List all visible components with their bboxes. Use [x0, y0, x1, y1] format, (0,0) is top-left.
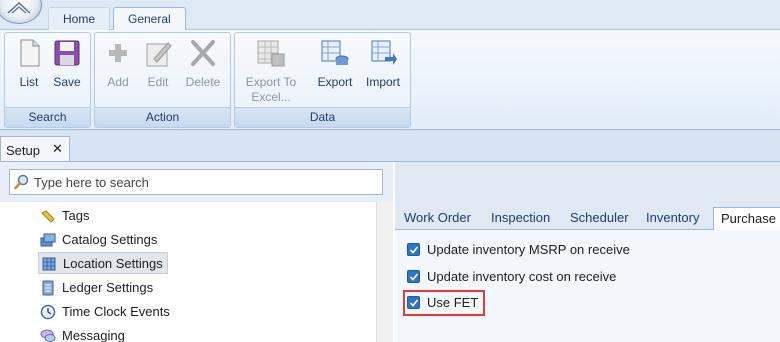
- tree-item-location-settings[interactable]: Location Settings: [38, 252, 168, 274]
- list-icon: [20, 39, 40, 67]
- save-button-label: Save: [53, 75, 81, 89]
- export-button[interactable]: Export: [313, 37, 357, 90]
- import-button-label: Import: [365, 75, 400, 89]
- ribbon-group-label-action: Action: [95, 107, 230, 127]
- import-button[interactable]: Import: [361, 37, 405, 90]
- edit-button[interactable]: Edit: [139, 37, 177, 90]
- search-input[interactable]: [34, 173, 374, 191]
- ribbon: List Save Search Add Edit Delete Action …: [0, 30, 780, 130]
- document-tab-setup[interactable]: Setup ✕: [0, 136, 70, 162]
- checkmark-icon: [409, 273, 419, 281]
- search-box[interactable]: [9, 169, 383, 195]
- tab-scheduler[interactable]: Scheduler: [563, 207, 636, 231]
- app-logo-icon: [7, 1, 31, 14]
- ribbon-tab-home[interactable]: Home: [48, 7, 111, 31]
- checkmark-icon: [409, 246, 419, 254]
- clock-icon: [40, 304, 56, 320]
- list-button[interactable]: List: [11, 37, 47, 90]
- catalog-icon: [40, 233, 56, 247]
- ribbon-group-search: List Save Search: [4, 32, 91, 128]
- close-icon[interactable]: ✕: [52, 141, 63, 157]
- add-button-label: Add: [107, 75, 129, 89]
- add-button[interactable]: Add: [99, 37, 137, 90]
- delete-button[interactable]: Delete: [181, 37, 225, 90]
- export-icon: [321, 40, 349, 65]
- tab-work-order[interactable]: Work Order: [397, 207, 478, 231]
- settings-navigator: Tags Catalog Settings Location Settings: [0, 162, 393, 342]
- import-icon: [371, 40, 397, 65]
- delete-icon: [191, 40, 215, 66]
- tree-scrollbar[interactable]: [376, 202, 393, 342]
- ribbon-group-label-data: Data: [235, 107, 410, 127]
- messaging-icon: [40, 329, 56, 342]
- ribbon-tab-general[interactable]: General: [113, 7, 186, 31]
- purchase-settings-panel: Update inventory MSRP on receive Update …: [395, 230, 780, 342]
- document-tab-label: Setup: [6, 143, 40, 158]
- checkbox-update-cost[interactable]: [407, 270, 420, 283]
- tree-item-messaging[interactable]: Messaging: [38, 325, 129, 342]
- save-button[interactable]: Save: [49, 37, 85, 90]
- excel-icon: [257, 40, 285, 67]
- tree-item-label: Ledger Settings: [62, 280, 154, 295]
- tree-item-label: Location Settings: [63, 256, 163, 271]
- tree-item-label: Tags: [62, 208, 90, 223]
- add-icon: [109, 44, 127, 62]
- ribbon-group-data: Export To Excel... Export Import Data: [234, 32, 411, 128]
- tree-item-time-clock-events[interactable]: Time Clock Events: [38, 301, 174, 323]
- settings-tree: Tags Catalog Settings Location Settings: [0, 202, 393, 342]
- edit-button-label: Edit: [147, 75, 169, 89]
- tag-icon: [41, 210, 55, 223]
- export-button-label: Export: [317, 75, 353, 89]
- tree-item-label: Time Clock Events: [62, 304, 170, 319]
- checkbox-update-msrp[interactable]: [407, 243, 420, 256]
- tree-item-ledger-settings[interactable]: Ledger Settings: [38, 277, 157, 299]
- tree-item-label: Messaging: [62, 328, 125, 342]
- option-label: Update inventory MSRP on receive: [427, 242, 630, 257]
- edit-icon: [146, 42, 172, 67]
- ribbon-group-label-search: Search: [5, 107, 90, 127]
- export-to-excel-button[interactable]: Export To Excel...: [241, 37, 301, 105]
- option-update-cost[interactable]: Update inventory cost on receive: [407, 268, 616, 286]
- list-button-label: List: [19, 75, 39, 89]
- location-icon: [42, 257, 56, 271]
- save-icon: [54, 40, 80, 66]
- tab-inspection[interactable]: Inspection: [484, 207, 557, 231]
- tab-inventory[interactable]: Inventory: [639, 207, 706, 231]
- search-icon: [14, 174, 29, 190]
- highlight-box-use-fet: [403, 290, 485, 316]
- option-label: Update inventory cost on receive: [427, 269, 617, 284]
- tab-purchase[interactable]: Purchase: [713, 207, 780, 231]
- export-to-excel-label: Export To Excel...: [245, 75, 297, 104]
- application-menu-button[interactable]: [0, 0, 42, 24]
- tree-item-catalog-settings[interactable]: Catalog Settings: [38, 229, 161, 251]
- tree-item-tags[interactable]: Tags: [38, 205, 93, 227]
- setup-content: Tags Catalog Settings Location Settings: [0, 161, 780, 342]
- ledger-icon: [42, 280, 54, 296]
- option-update-msrp[interactable]: Update inventory MSRP on receive: [407, 241, 630, 259]
- tree-item-label: Catalog Settings: [62, 232, 158, 247]
- ribbon-tab-strip: Home General: [0, 0, 780, 31]
- settings-tab-strip: Work Order Inspection Scheduler Inventor…: [395, 204, 780, 231]
- ribbon-group-action: Add Edit Delete Action: [94, 32, 231, 128]
- delete-button-label: Delete: [185, 75, 221, 89]
